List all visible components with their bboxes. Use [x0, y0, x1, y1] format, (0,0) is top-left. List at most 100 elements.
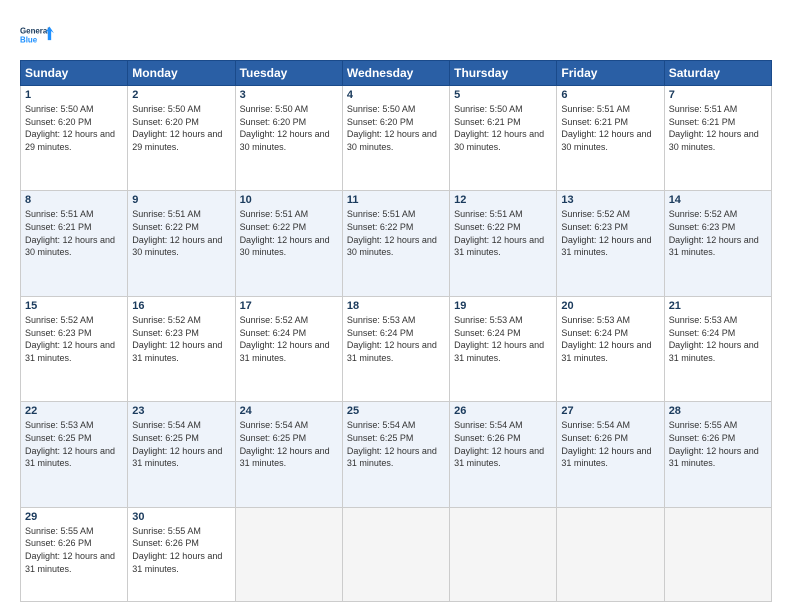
cell-info: Sunrise: 5:52 AMSunset: 6:23 PMDaylight:…: [669, 209, 759, 257]
day-number: 17: [240, 300, 338, 312]
header-friday: Friday: [557, 61, 664, 86]
general-blue-logo-icon: General Blue: [20, 18, 54, 52]
cell-info: Sunrise: 5:51 AMSunset: 6:22 PMDaylight:…: [240, 209, 330, 257]
cell-info: Sunrise: 5:50 AMSunset: 6:20 PMDaylight:…: [347, 104, 437, 152]
calendar-cell: 22 Sunrise: 5:53 AMSunset: 6:25 PMDaylig…: [21, 402, 128, 507]
cell-info: Sunrise: 5:51 AMSunset: 6:22 PMDaylight:…: [132, 209, 222, 257]
cell-info: Sunrise: 5:55 AMSunset: 6:26 PMDaylight:…: [25, 526, 115, 574]
day-number: 11: [347, 194, 445, 206]
day-number: 22: [25, 405, 123, 417]
cell-info: Sunrise: 5:50 AMSunset: 6:20 PMDaylight:…: [25, 104, 115, 152]
day-number: 30: [132, 511, 230, 523]
calendar-cell: [235, 507, 342, 601]
cell-info: Sunrise: 5:55 AMSunset: 6:26 PMDaylight:…: [669, 420, 759, 468]
calendar-cell: 2 Sunrise: 5:50 AMSunset: 6:20 PMDayligh…: [128, 86, 235, 191]
day-number: 27: [561, 405, 659, 417]
day-number: 24: [240, 405, 338, 417]
calendar-table: SundayMondayTuesdayWednesdayThursdayFrid…: [20, 60, 772, 602]
day-number: 18: [347, 300, 445, 312]
cell-info: Sunrise: 5:55 AMSunset: 6:26 PMDaylight:…: [132, 526, 222, 574]
header-saturday: Saturday: [664, 61, 771, 86]
day-number: 12: [454, 194, 552, 206]
calendar-cell: 10 Sunrise: 5:51 AMSunset: 6:22 PMDaylig…: [235, 191, 342, 296]
header-thursday: Thursday: [450, 61, 557, 86]
calendar-cell: 27 Sunrise: 5:54 AMSunset: 6:26 PMDaylig…: [557, 402, 664, 507]
cell-info: Sunrise: 5:54 AMSunset: 6:25 PMDaylight:…: [347, 420, 437, 468]
day-number: 21: [669, 300, 767, 312]
day-number: 20: [561, 300, 659, 312]
calendar-week-3: 15 Sunrise: 5:52 AMSunset: 6:23 PMDaylig…: [21, 296, 772, 401]
day-number: 26: [454, 405, 552, 417]
header: General Blue: [20, 18, 772, 52]
calendar-week-2: 8 Sunrise: 5:51 AMSunset: 6:21 PMDayligh…: [21, 191, 772, 296]
calendar-cell: 24 Sunrise: 5:54 AMSunset: 6:25 PMDaylig…: [235, 402, 342, 507]
day-number: 2: [132, 89, 230, 101]
cell-info: Sunrise: 5:52 AMSunset: 6:23 PMDaylight:…: [132, 315, 222, 363]
day-number: 5: [454, 89, 552, 101]
header-sunday: Sunday: [21, 61, 128, 86]
calendar-cell: 8 Sunrise: 5:51 AMSunset: 6:21 PMDayligh…: [21, 191, 128, 296]
svg-text:Blue: Blue: [20, 35, 38, 44]
calendar-cell: 28 Sunrise: 5:55 AMSunset: 6:26 PMDaylig…: [664, 402, 771, 507]
calendar-cell: 6 Sunrise: 5:51 AMSunset: 6:21 PMDayligh…: [557, 86, 664, 191]
page: General Blue SundayMondayTuesdayWednesda…: [0, 0, 792, 612]
cell-info: Sunrise: 5:54 AMSunset: 6:25 PMDaylight:…: [132, 420, 222, 468]
calendar-cell: [557, 507, 664, 601]
logo: General Blue: [20, 18, 54, 52]
cell-info: Sunrise: 5:50 AMSunset: 6:21 PMDaylight:…: [454, 104, 544, 152]
cell-info: Sunrise: 5:52 AMSunset: 6:24 PMDaylight:…: [240, 315, 330, 363]
cell-info: Sunrise: 5:51 AMSunset: 6:21 PMDaylight:…: [561, 104, 651, 152]
calendar-cell: 30 Sunrise: 5:55 AMSunset: 6:26 PMDaylig…: [128, 507, 235, 601]
day-number: 16: [132, 300, 230, 312]
calendar-cell: 1 Sunrise: 5:50 AMSunset: 6:20 PMDayligh…: [21, 86, 128, 191]
day-number: 23: [132, 405, 230, 417]
calendar-cell: 25 Sunrise: 5:54 AMSunset: 6:25 PMDaylig…: [342, 402, 449, 507]
calendar-cell: 17 Sunrise: 5:52 AMSunset: 6:24 PMDaylig…: [235, 296, 342, 401]
calendar-week-4: 22 Sunrise: 5:53 AMSunset: 6:25 PMDaylig…: [21, 402, 772, 507]
header-tuesday: Tuesday: [235, 61, 342, 86]
cell-info: Sunrise: 5:54 AMSunset: 6:26 PMDaylight:…: [561, 420, 651, 468]
day-number: 4: [347, 89, 445, 101]
calendar-cell: 13 Sunrise: 5:52 AMSunset: 6:23 PMDaylig…: [557, 191, 664, 296]
cell-info: Sunrise: 5:53 AMSunset: 6:25 PMDaylight:…: [25, 420, 115, 468]
calendar-cell: 26 Sunrise: 5:54 AMSunset: 6:26 PMDaylig…: [450, 402, 557, 507]
day-number: 9: [132, 194, 230, 206]
cell-info: Sunrise: 5:53 AMSunset: 6:24 PMDaylight:…: [669, 315, 759, 363]
calendar-header-row: SundayMondayTuesdayWednesdayThursdayFrid…: [21, 61, 772, 86]
calendar-cell: 7 Sunrise: 5:51 AMSunset: 6:21 PMDayligh…: [664, 86, 771, 191]
day-number: 15: [25, 300, 123, 312]
calendar-cell: [664, 507, 771, 601]
calendar-cell: 9 Sunrise: 5:51 AMSunset: 6:22 PMDayligh…: [128, 191, 235, 296]
calendar-week-1: 1 Sunrise: 5:50 AMSunset: 6:20 PMDayligh…: [21, 86, 772, 191]
cell-info: Sunrise: 5:51 AMSunset: 6:21 PMDaylight:…: [669, 104, 759, 152]
day-number: 29: [25, 511, 123, 523]
day-number: 3: [240, 89, 338, 101]
calendar-cell: 20 Sunrise: 5:53 AMSunset: 6:24 PMDaylig…: [557, 296, 664, 401]
cell-info: Sunrise: 5:52 AMSunset: 6:23 PMDaylight:…: [561, 209, 651, 257]
calendar-cell: 3 Sunrise: 5:50 AMSunset: 6:20 PMDayligh…: [235, 86, 342, 191]
header-wednesday: Wednesday: [342, 61, 449, 86]
calendar-cell: 23 Sunrise: 5:54 AMSunset: 6:25 PMDaylig…: [128, 402, 235, 507]
cell-info: Sunrise: 5:54 AMSunset: 6:25 PMDaylight:…: [240, 420, 330, 468]
cell-info: Sunrise: 5:53 AMSunset: 6:24 PMDaylight:…: [561, 315, 651, 363]
cell-info: Sunrise: 5:53 AMSunset: 6:24 PMDaylight:…: [347, 315, 437, 363]
day-number: 8: [25, 194, 123, 206]
day-number: 14: [669, 194, 767, 206]
day-number: 1: [25, 89, 123, 101]
calendar-cell: 12 Sunrise: 5:51 AMSunset: 6:22 PMDaylig…: [450, 191, 557, 296]
calendar-cell: 15 Sunrise: 5:52 AMSunset: 6:23 PMDaylig…: [21, 296, 128, 401]
calendar-cell: 29 Sunrise: 5:55 AMSunset: 6:26 PMDaylig…: [21, 507, 128, 601]
cell-info: Sunrise: 5:52 AMSunset: 6:23 PMDaylight:…: [25, 315, 115, 363]
cell-info: Sunrise: 5:54 AMSunset: 6:26 PMDaylight:…: [454, 420, 544, 468]
calendar-cell: [450, 507, 557, 601]
day-number: 25: [347, 405, 445, 417]
svg-text:General: General: [20, 26, 50, 35]
calendar-week-5: 29 Sunrise: 5:55 AMSunset: 6:26 PMDaylig…: [21, 507, 772, 601]
calendar-cell: 11 Sunrise: 5:51 AMSunset: 6:22 PMDaylig…: [342, 191, 449, 296]
calendar-cell: 16 Sunrise: 5:52 AMSunset: 6:23 PMDaylig…: [128, 296, 235, 401]
cell-info: Sunrise: 5:51 AMSunset: 6:21 PMDaylight:…: [25, 209, 115, 257]
cell-info: Sunrise: 5:50 AMSunset: 6:20 PMDaylight:…: [132, 104, 222, 152]
calendar-cell: [342, 507, 449, 601]
day-number: 19: [454, 300, 552, 312]
calendar-cell: 4 Sunrise: 5:50 AMSunset: 6:20 PMDayligh…: [342, 86, 449, 191]
